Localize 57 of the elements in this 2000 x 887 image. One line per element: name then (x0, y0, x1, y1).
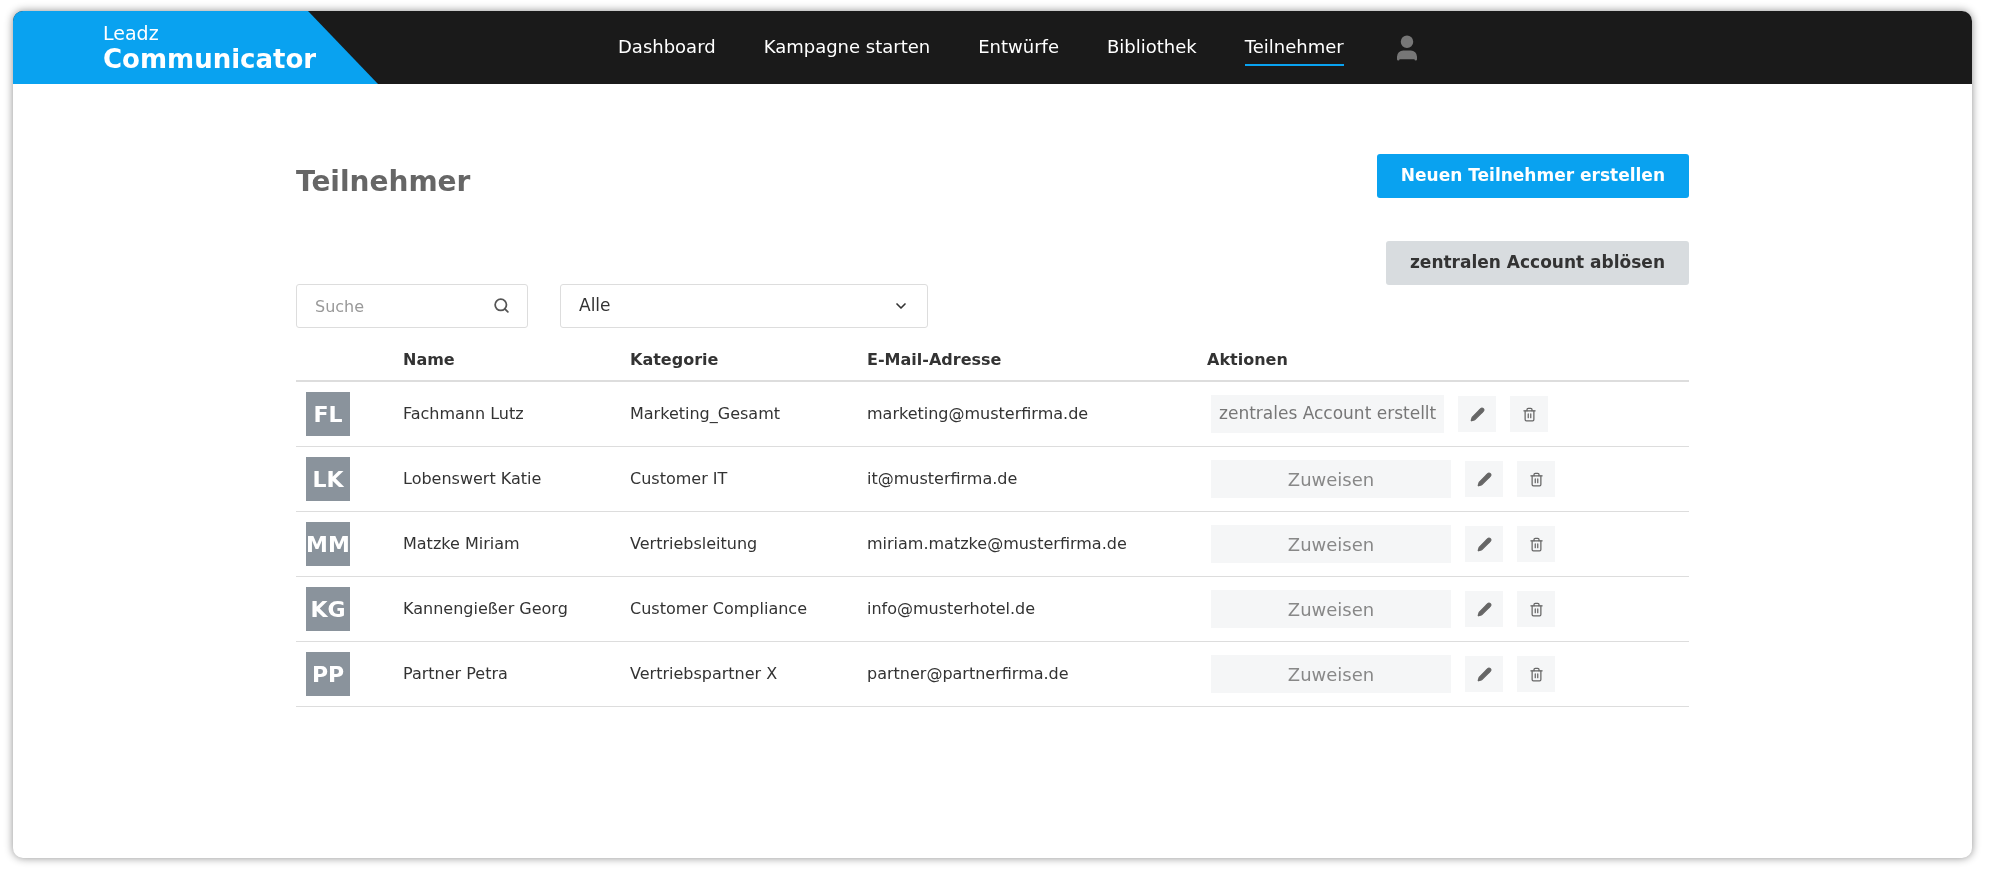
nav-link[interactable]: Bibliothek (1107, 29, 1197, 66)
table-cell: Fachmann Lutz (403, 404, 524, 423)
pencil-icon (1476, 601, 1492, 617)
search-icon (493, 297, 510, 314)
delete-button[interactable] (1517, 591, 1555, 627)
nav-link[interactable]: Entwürfe (978, 29, 1059, 66)
column-header: Kategorie (630, 350, 719, 369)
column-header: E-Mail-Adresse (867, 350, 1002, 369)
table-cell: partner@partnerfirma.de (867, 664, 1069, 683)
trash-icon (1528, 536, 1544, 552)
table-cell: miriam.matzke@musterfirma.de (867, 534, 1127, 553)
table-cell: Kannengießer Georg (403, 599, 568, 618)
trash-icon (1528, 666, 1544, 682)
category-dropdown[interactable]: Alle (560, 284, 928, 328)
table-cell: Customer IT (630, 469, 728, 488)
brand-tagline: Leadz (103, 21, 160, 44)
pencil-icon (1476, 536, 1492, 552)
pencil-icon (1476, 471, 1492, 487)
edit-button[interactable] (1465, 591, 1503, 627)
table-cell: Vertriebsleitung (630, 534, 758, 553)
page-title: Teilnehmer (296, 164, 471, 200)
column-header: Name (403, 350, 455, 369)
pencil-icon (1476, 666, 1492, 682)
table-cell: it@musterfirma.de (867, 469, 1018, 488)
brand-name: Communicator (103, 43, 318, 74)
table-cell: Vertriebspartner X (630, 664, 778, 683)
delete-button[interactable] (1517, 461, 1555, 497)
delete-button[interactable] (1517, 526, 1555, 562)
avatar: PP (306, 652, 350, 696)
avatar: KG (306, 587, 350, 631)
edit-button[interactable] (1465, 461, 1503, 497)
avatar: LK (306, 457, 350, 501)
trash-icon (1521, 406, 1537, 422)
edit-button[interactable] (1458, 396, 1497, 432)
delete-button[interactable] (1517, 656, 1555, 692)
edit-button[interactable] (1465, 656, 1503, 692)
column-header: Aktionen (1207, 350, 1288, 369)
table-cell: Lobenswert Katie (403, 469, 542, 488)
table-cell: info@musterhotel.de (867, 599, 1036, 618)
nav-link[interactable]: Kampagne starten (763, 29, 931, 66)
nav-link[interactable]: Teilnehmer (1244, 29, 1344, 66)
trash-icon (1528, 471, 1544, 487)
edit-button[interactable] (1465, 526, 1503, 562)
nav-link[interactable]: Dashboard (618, 29, 716, 66)
account-status: zentrales Account erstellt (1211, 395, 1445, 433)
table-cell: Customer Compliance (630, 599, 807, 618)
search-field[interactable]: Suche (296, 284, 528, 328)
table-cell: Partner Petra (403, 664, 508, 683)
avatar: FL (306, 392, 350, 436)
table-cell: Matzke Miriam (403, 534, 520, 553)
replace-account-button[interactable]: zentralen Account ablösen (1385, 241, 1689, 285)
pencil-icon (1469, 406, 1485, 422)
table-cell: marketing@musterfirma.de (867, 404, 1089, 423)
avatar: MM (306, 522, 350, 566)
table-cell: Marketing_Gesamt (630, 404, 780, 423)
delete-button[interactable] (1510, 396, 1549, 432)
trash-icon (1528, 601, 1544, 617)
